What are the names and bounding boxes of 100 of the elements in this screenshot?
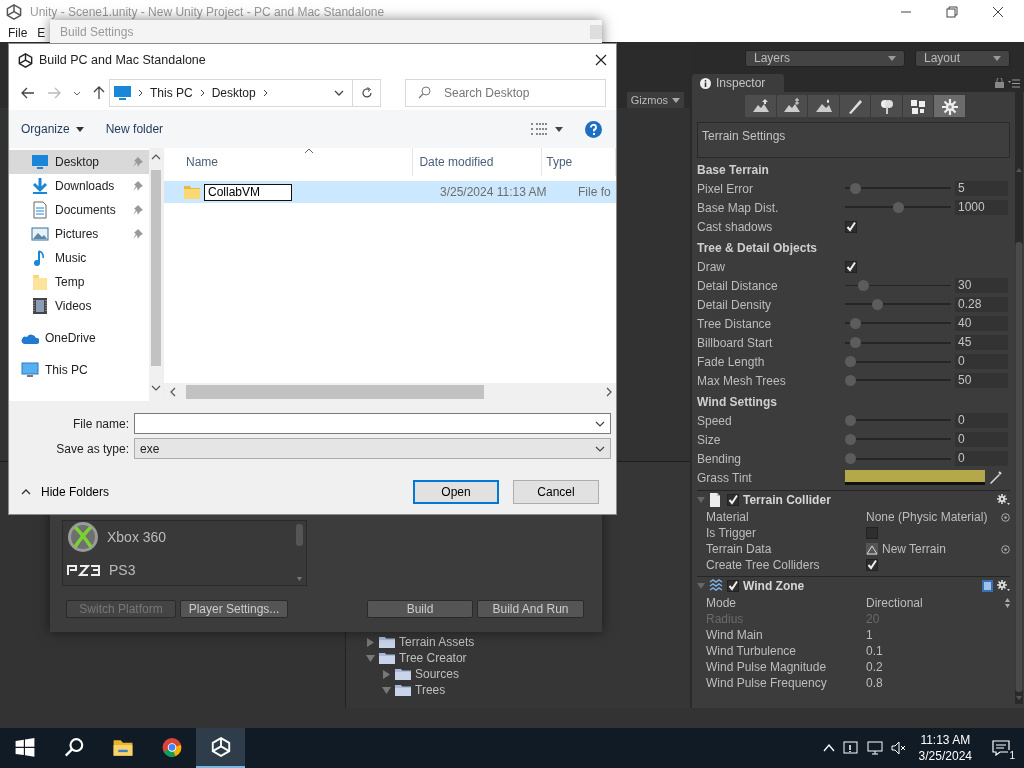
- layers-dropdown[interactable]: Layers: [745, 49, 905, 67]
- slider-thumb[interactable]: [845, 375, 856, 386]
- layout-dropdown[interactable]: Layout: [915, 49, 1010, 67]
- inspector-tab[interactable]: Inspector: [692, 74, 784, 92]
- close-icon[interactable]: [992, 6, 1004, 18]
- platform-item[interactable]: Xbox 360: [107, 528, 167, 545]
- platform-item[interactable]: PS3: [109, 561, 136, 578]
- slider-thumb[interactable]: [849, 183, 861, 194]
- slider-thumb[interactable]: [845, 415, 856, 426]
- slider-thumb[interactable]: [845, 434, 856, 445]
- open-button[interactable]: Open: [413, 480, 499, 504]
- folder-nav-item[interactable]: Desktop: [9, 150, 149, 174]
- target-icon[interactable]: [1001, 544, 1010, 554]
- menu-item[interactable]: File: [8, 26, 28, 40]
- number-field[interactable]: 0: [955, 354, 1008, 369]
- number-field[interactable]: 0: [955, 432, 1008, 447]
- checkbox[interactable]: [845, 260, 857, 273]
- gizmos-dropdown[interactable]: Gizmos: [626, 92, 684, 108]
- number-field[interactable]: 0: [955, 451, 1008, 466]
- sort-caret-icon[interactable]: [304, 148, 314, 154]
- file-type-dropdown[interactable]: exe: [134, 438, 611, 459]
- hide-folders-button[interactable]: Hide Folders: [21, 485, 110, 499]
- build-window-button[interactable]: Player Settings...: [180, 600, 288, 618]
- color-swatch[interactable]: [845, 470, 985, 485]
- number-field[interactable]: 0.28: [955, 297, 1008, 312]
- expanded-arrow-icon[interactable]: [366, 653, 375, 663]
- tree-item[interactable]: Tree Creator: [399, 651, 467, 665]
- file-name-field[interactable]: [134, 413, 611, 434]
- up-arrow-icon[interactable]: [93, 86, 105, 100]
- column-header[interactable]: Name: [164, 148, 414, 176]
- scrollbar-drawing[interactable]: [294, 524, 304, 584]
- slider-thumb[interactable]: [849, 337, 861, 348]
- speaker-icon[interactable]: [890, 740, 907, 756]
- chevron-down-icon[interactable]: [334, 90, 344, 96]
- view-options-icon[interactable]: [531, 123, 547, 135]
- number-field[interactable]: 30: [955, 278, 1008, 293]
- column-header[interactable]: Type: [542, 148, 616, 176]
- target-icon[interactable]: [1001, 512, 1010, 522]
- breadcrumb-item[interactable]: This PC: [150, 86, 193, 100]
- gear-icon[interactable]: [997, 494, 1010, 506]
- folder-nav-item[interactable]: Downloads: [9, 174, 149, 198]
- breadcrumb-item[interactable]: Desktop: [211, 86, 256, 100]
- tool-tab[interactable]: [745, 95, 777, 117]
- clock-date[interactable]: 3/25/2024: [918, 748, 972, 764]
- number-field[interactable]: 0: [955, 413, 1008, 428]
- back-arrow-icon[interactable]: [21, 87, 35, 99]
- refresh-button[interactable]: [353, 79, 381, 107]
- folder-nav-item[interactable]: Pictures: [9, 222, 149, 246]
- scrollbar-drawing[interactable]: [149, 148, 163, 401]
- build-window-button[interactable]: Build: [367, 600, 473, 618]
- number-field[interactable]: 50: [955, 373, 1008, 388]
- object-field[interactable]: New Terrain: [882, 542, 1001, 556]
- tree-item[interactable]: Sources: [415, 667, 460, 681]
- folder-nav-item[interactable]: Videos: [9, 294, 149, 318]
- number-field[interactable]: 0.2: [866, 660, 883, 674]
- tree-item[interactable]: Terrain Assets: [399, 635, 475, 649]
- close-icon[interactable]: [595, 54, 607, 66]
- tool-tab[interactable]: [839, 95, 872, 117]
- collapsed-arrow-icon[interactable]: [366, 637, 375, 647]
- help-icon[interactable]: [585, 120, 602, 138]
- tool-tab[interactable]: [934, 95, 966, 117]
- folder-nav-item[interactable]: This PC: [9, 358, 149, 382]
- build-window-button[interactable]: Build And Run: [477, 600, 584, 618]
- dropdown-field[interactable]: Directional: [866, 596, 1005, 610]
- slider-thumb[interactable]: [858, 280, 870, 291]
- search-field[interactable]: Search Desktop: [405, 79, 606, 107]
- organize-menu[interactable]: Organize: [21, 122, 84, 136]
- collapsed-arrow-icon[interactable]: [382, 669, 391, 679]
- chevron-down-icon[interactable]: [73, 90, 81, 96]
- number-field[interactable]: 1000: [955, 200, 1008, 215]
- slider-thumb[interactable]: [892, 202, 904, 213]
- tool-tab[interactable]: [808, 95, 840, 117]
- folder-nav-item[interactable]: OneDrive: [9, 326, 149, 350]
- slider-thumb[interactable]: [871, 299, 883, 310]
- number-field[interactable]: 45: [955, 335, 1008, 350]
- number-field[interactable]: 5: [955, 181, 1008, 196]
- file-row[interactable]: CollabVM 3/25/2024 11:13 AM File fo: [164, 181, 616, 203]
- monitor-icon[interactable]: [866, 740, 883, 756]
- folder-nav-item[interactable]: Temp: [9, 270, 149, 294]
- scrollbar-drawing[interactable]: [1014, 92, 1024, 704]
- number-field[interactable]: 0.1: [866, 644, 883, 658]
- tree-item[interactable]: Trees: [415, 683, 446, 697]
- object-field[interactable]: None (Physic Material): [866, 510, 1001, 524]
- menu-icon[interactable]: [1008, 78, 1020, 88]
- checkbox[interactable]: [866, 559, 878, 571]
- checkbox[interactable]: [845, 220, 857, 233]
- folder-nav-item[interactable]: Documents: [9, 198, 149, 222]
- slider-thumb[interactable]: [849, 318, 861, 329]
- rename-field[interactable]: CollabVM: [204, 183, 292, 201]
- checkbox[interactable]: [727, 494, 739, 506]
- help-book-icon[interactable]: [982, 580, 993, 592]
- menu-item[interactable]: E: [37, 26, 46, 40]
- scrollbar-drawing[interactable]: [164, 383, 616, 401]
- number-field[interactable]: 1: [866, 628, 873, 642]
- tool-tab[interactable]: [871, 95, 903, 117]
- number-field[interactable]: 0.8: [866, 676, 883, 690]
- number-field[interactable]: 40: [955, 316, 1008, 331]
- address-bar[interactable]: This PC Desktop: [109, 79, 353, 107]
- slider-thumb[interactable]: [845, 356, 856, 367]
- tool-tab[interactable]: [902, 95, 935, 117]
